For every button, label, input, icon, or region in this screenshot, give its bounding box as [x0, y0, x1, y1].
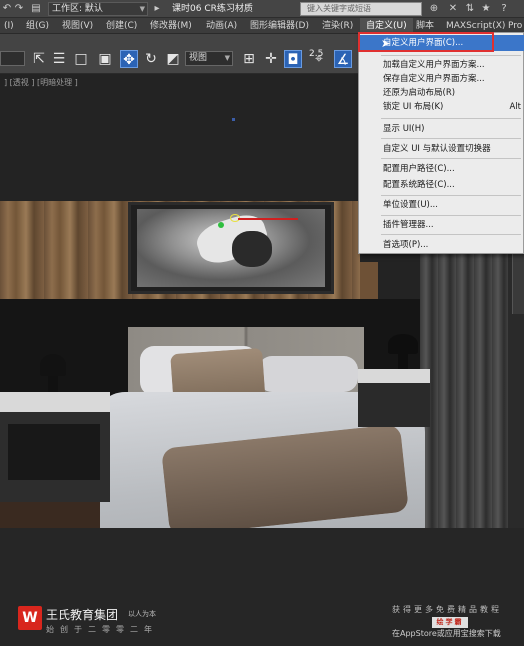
menu-rendering[interactable]: 渲染(R)	[322, 18, 353, 34]
brand-slogan: 以人为本	[128, 610, 156, 618]
search-input[interactable]: 键入关键字或短语	[300, 2, 422, 16]
menu-item-label: 配置系统路径(C)...	[383, 180, 455, 190]
menu-item-label: 还原为启动布局(R)	[383, 88, 456, 98]
project-folder-icon[interactable]: ▤	[30, 3, 42, 15]
workspace-dropdown[interactable]: 工作区: 默认 ▼	[48, 2, 148, 16]
menu-separator	[381, 234, 521, 235]
brand-logo: W	[18, 606, 42, 630]
menu-item-ui-defaults-switcher[interactable]: 自定义 UI 与默认设置切换器	[359, 141, 524, 157]
snap-toggle-icon[interactable]: ⌖	[310, 50, 328, 68]
mouse-cursor-icon: ➤	[381, 37, 391, 50]
customize-menu: 自定义用户界面(C)... 加载自定义用户界面方案... 保存自定义用户界面方案…	[358, 32, 524, 254]
brand-logo-glyph: W	[22, 610, 38, 626]
select-manipulate-icon[interactable]: ✛	[262, 50, 280, 68]
lamp-left	[40, 354, 66, 376]
star-icon[interactable]: ★	[480, 3, 492, 15]
title-bar: ↶ ↷ ▤ 工作区: 默认 ▼ ▸ 课时06 CR练习材质2014.max 键入…	[0, 0, 524, 28]
menu-item-units-setup[interactable]: 单位设置(U)...	[359, 197, 524, 213]
menu-item-shortcut: Alt	[509, 102, 521, 112]
rectangular-selection-icon[interactable]: □	[72, 50, 90, 68]
document-title: 课时06 CR练习材质2014.max	[172, 4, 253, 28]
workspace-label: 工作区: 默认	[52, 4, 103, 14]
select-rotate-icon[interactable]: ↻	[142, 50, 160, 68]
nightstand-right	[358, 383, 430, 427]
menu-separator	[381, 215, 521, 216]
menu-item-lock-ui-layout[interactable]: 锁定 UI 布局(K) Alt	[359, 99, 524, 115]
select-move-icon[interactable]: ✥	[120, 50, 138, 68]
menu-item-preferences[interactable]: 首选项(P)...	[359, 237, 524, 253]
reference-coordinate-dropdown[interactable]: 视图 ▼	[185, 51, 233, 66]
keyboard-shortcut-toggle-icon[interactable]: ◘	[284, 50, 302, 68]
annotation-highlight-box	[358, 32, 494, 52]
selection-filter-dropdown[interactable]	[0, 51, 25, 66]
menu-separator	[381, 158, 521, 159]
menu-item-plugin-manager[interactable]: 插件管理器...	[359, 217, 524, 233]
menu-view[interactable]: 视图(V)	[62, 18, 93, 34]
menu-separator	[381, 138, 521, 139]
gizmo-x-axis[interactable]	[238, 218, 298, 220]
menu-item-configure-system-paths[interactable]: 配置系统路径(C)...	[359, 177, 524, 193]
menu-item-label: 保存自定义用户界面方案...	[383, 74, 485, 84]
menu-group[interactable]: 组(G)	[26, 18, 49, 34]
brand-name: 王氏教育集团	[46, 608, 119, 622]
menu-item-label: 自定义 UI 与默认设置切换器	[383, 144, 491, 154]
menu-animation[interactable]: 动画(A)	[206, 18, 237, 34]
menu-item-configure-user-paths[interactable]: 配置用户路径(C)...	[359, 161, 524, 177]
chevron-down-icon: ▼	[224, 54, 230, 62]
menu-separator	[381, 118, 521, 119]
select-scale-icon[interactable]: ◩	[164, 50, 182, 68]
chevron-down-icon: ▼	[139, 5, 145, 13]
tools-icon[interactable]: ✕	[447, 3, 459, 15]
watermark-line3: 在AppStore或应用宝搜索下载	[392, 629, 501, 638]
painting-shadow	[232, 231, 272, 267]
menu-item-show-ui[interactable]: 显示 UI(H)	[359, 121, 524, 137]
gizmo-y-axis[interactable]	[218, 222, 224, 228]
viewport-label[interactable]: ] [透视 ] [明暗处理 ]	[4, 77, 78, 88]
reference-coordinate-label: 视图	[189, 53, 208, 63]
brand-subtitle: 始创于二零零二年	[46, 625, 158, 634]
nightstand-left-opening	[8, 424, 100, 480]
pillow-right	[258, 356, 358, 392]
menu-edit[interactable]: (I)	[4, 18, 14, 34]
menu-separator	[381, 195, 521, 196]
expand-icon[interactable]: ▸	[152, 3, 162, 15]
menu-item-label: 单位设置(U)...	[383, 200, 438, 210]
transform-gizmo[interactable]	[208, 214, 308, 228]
exchange-icon[interactable]: ⇅	[464, 3, 476, 15]
menu-item-label: 首选项(P)...	[383, 240, 429, 250]
binoculars-icon[interactable]: ⊕	[428, 3, 440, 15]
menu-separator	[381, 55, 521, 56]
menu-create[interactable]: 创建(C)	[106, 18, 137, 34]
watermark-badge: 绘学霸	[432, 617, 468, 628]
pivot-center-icon[interactable]: ⊞	[240, 50, 258, 68]
lamp-right	[388, 334, 418, 354]
redo-icon[interactable]: ↷	[14, 3, 24, 15]
menu-graph-editors[interactable]: 图形编辑器(D)	[250, 18, 309, 34]
menu-modifiers[interactable]: 修改器(M)	[150, 18, 192, 34]
menu-item-label: 锁定 UI 布局(K)	[383, 102, 444, 112]
nightstand-right-top	[358, 369, 430, 383]
menu-item-label: 插件管理器...	[383, 220, 434, 230]
menu-item-label: 加载自定义用户界面方案...	[383, 60, 485, 70]
undo-icon[interactable]: ↶	[2, 3, 12, 15]
menu-item-label: 显示 UI(H)	[383, 124, 425, 134]
watermark-line1: 获得更多免费精品教程	[392, 605, 502, 614]
select-by-name-icon[interactable]: ☰	[50, 50, 68, 68]
select-object-icon[interactable]: ⇱	[30, 50, 48, 68]
command-panel-edge	[512, 254, 524, 314]
angle-snap-icon[interactable]: ∡	[334, 50, 352, 68]
scene-marker	[232, 118, 235, 121]
menu-item-label: 配置用户路径(C)...	[383, 164, 455, 174]
window-crossing-icon[interactable]: ▣	[96, 50, 114, 68]
nightstand-left-top	[0, 392, 110, 412]
help-icon[interactable]: ?	[498, 3, 510, 15]
